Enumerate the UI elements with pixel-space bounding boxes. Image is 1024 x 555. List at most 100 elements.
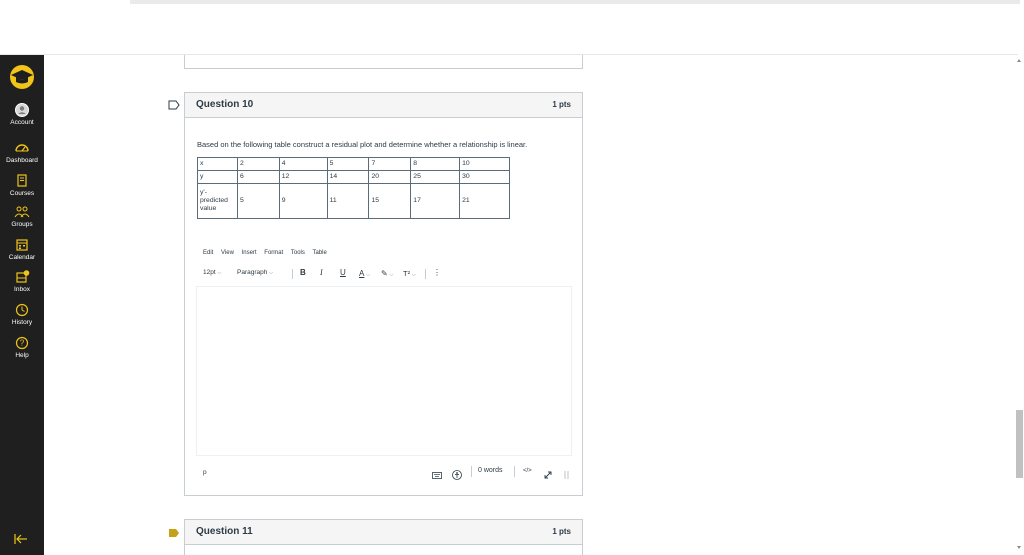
underline-button[interactable]: U bbox=[340, 268, 346, 277]
table-cell: 17 bbox=[410, 183, 461, 219]
menu-insert[interactable]: Insert bbox=[242, 250, 257, 256]
table-cell: 14 bbox=[326, 170, 370, 184]
question-title: Question 11 bbox=[196, 526, 253, 537]
table-cell: 12 bbox=[278, 170, 328, 184]
courses-icon bbox=[14, 174, 30, 188]
table-cell: 15 bbox=[368, 183, 412, 219]
superscript-button[interactable]: T² ⌵ bbox=[403, 269, 416, 278]
inbox-icon bbox=[14, 270, 30, 284]
groups-icon bbox=[14, 205, 30, 219]
nav-dashboard[interactable]: Dashboard bbox=[0, 141, 44, 165]
editor-statusbar: p 0 words </> bbox=[196, 456, 572, 486]
menu-edit[interactable]: Edit bbox=[203, 250, 213, 256]
resize-grip-icon[interactable] bbox=[562, 467, 572, 479]
page-scrollbar[interactable] bbox=[1015, 55, 1024, 555]
svg-text:?: ? bbox=[20, 339, 25, 348]
table-cell: 6 bbox=[236, 170, 280, 184]
table-cell: x bbox=[197, 157, 238, 171]
previous-question-card bbox=[184, 55, 583, 69]
block-format-select[interactable]: Paragraph ⌵ bbox=[237, 269, 273, 276]
question-card-11: Question 11 1 pts bbox=[184, 519, 583, 555]
help-question-icon: ? bbox=[14, 336, 30, 350]
nav-account[interactable]: Account bbox=[0, 103, 44, 127]
more-options-button[interactable]: ⋮ bbox=[433, 268, 441, 277]
statusbar-divider bbox=[471, 466, 472, 477]
browser-top-strip bbox=[0, 0, 1024, 4]
nav-help[interactable]: ? Help bbox=[0, 336, 44, 360]
nav-courses[interactable]: Courses bbox=[0, 174, 44, 198]
rich-text-editor-area[interactable] bbox=[196, 286, 572, 456]
table-cell: 25 bbox=[410, 170, 461, 184]
nav-calendar-label: Calendar bbox=[8, 254, 36, 261]
table-cell: 8 bbox=[410, 157, 461, 171]
accessibility-icon[interactable] bbox=[452, 467, 462, 480]
chevron-down-icon: ⌵ bbox=[269, 270, 273, 276]
global-navigation: Account Dashboard Courses Groups Calenda bbox=[0, 55, 44, 555]
table-cell: 4 bbox=[278, 157, 328, 171]
table-cell: 20 bbox=[368, 170, 412, 184]
chevron-down-icon: ⌵ bbox=[366, 272, 370, 278]
collapse-nav-icon[interactable] bbox=[12, 532, 30, 546]
flag-question-icon[interactable] bbox=[168, 97, 180, 110]
toolbar-divider bbox=[425, 269, 426, 279]
menu-tools[interactable]: Tools bbox=[291, 250, 305, 256]
scroll-down-icon[interactable] bbox=[1017, 546, 1021, 549]
table-cell: 5 bbox=[236, 183, 280, 219]
app-root: Account Dashboard Courses Groups Calenda bbox=[0, 0, 1024, 555]
keyboard-icon[interactable] bbox=[432, 467, 442, 479]
fullscreen-icon[interactable] bbox=[543, 467, 553, 479]
dashboard-icon bbox=[14, 141, 30, 155]
chevron-down-icon: ⌵ bbox=[217, 270, 222, 276]
toolbar-divider bbox=[292, 269, 293, 279]
nav-inbox-label: Inbox bbox=[14, 286, 30, 293]
statusbar-divider bbox=[514, 466, 515, 477]
html-editor-toggle[interactable]: </> bbox=[523, 468, 532, 474]
nav-history-label: History bbox=[11, 319, 33, 326]
nav-courses-label: Courses bbox=[9, 190, 35, 197]
question-header: Question 11 1 pts bbox=[185, 520, 582, 545]
table-cell: 30 bbox=[459, 170, 510, 184]
table-cell: 21 bbox=[459, 183, 510, 219]
menu-view[interactable]: View bbox=[221, 250, 234, 256]
nav-help-label: Help bbox=[15, 352, 29, 359]
nav-groups[interactable]: Groups bbox=[0, 205, 44, 229]
italic-button[interactable]: I bbox=[320, 268, 323, 277]
menu-table[interactable]: Table bbox=[312, 250, 326, 256]
chevron-down-icon: ⌵ bbox=[389, 272, 394, 278]
text-color-button[interactable]: A ⌵ bbox=[359, 269, 370, 278]
table-row: y'- predicted value 5 9 11 15 17 21 bbox=[197, 183, 510, 219]
table-cell: 11 bbox=[326, 183, 370, 219]
nav-inbox[interactable]: Inbox bbox=[0, 270, 44, 294]
highlight-button[interactable]: ✎ ⌵ bbox=[381, 269, 393, 278]
highlight-pen-icon: ✎ bbox=[381, 269, 388, 278]
table-cell: y bbox=[197, 170, 238, 184]
bold-button[interactable]: B bbox=[300, 268, 306, 277]
canvas-logo-icon[interactable] bbox=[6, 63, 38, 91]
table-cell: 7 bbox=[368, 157, 412, 171]
word-count: 0 words bbox=[478, 467, 503, 474]
history-clock-icon bbox=[14, 303, 30, 317]
flagged-question-icon[interactable] bbox=[168, 525, 180, 537]
question-text: Based on the following table construct a… bbox=[197, 140, 528, 149]
question-points: 1 pts bbox=[552, 527, 571, 536]
scrollbar-thumb[interactable] bbox=[1016, 410, 1023, 478]
table-cell: 9 bbox=[278, 183, 328, 219]
table-cell-label: y'- predicted value bbox=[197, 183, 238, 219]
editor-menubar: Edit View Insert Format Tools Table bbox=[203, 250, 333, 256]
element-path[interactable]: p bbox=[203, 469, 207, 476]
nav-dashboard-label: Dashboard bbox=[6, 157, 38, 164]
nav-calendar[interactable]: Calendar bbox=[0, 238, 44, 262]
scroll-up-icon[interactable] bbox=[1017, 59, 1021, 62]
calendar-icon bbox=[14, 238, 30, 252]
table-row: y 6 12 14 20 25 30 bbox=[197, 170, 510, 184]
chevron-down-icon: ⌵ bbox=[411, 272, 416, 278]
question-points: 1 pts bbox=[552, 100, 571, 109]
table-cell: 5 bbox=[326, 157, 370, 171]
question-card-10: Question 10 1 pts Based on the following… bbox=[184, 92, 583, 496]
nav-history[interactable]: History bbox=[0, 303, 44, 327]
menu-format[interactable]: Format bbox=[264, 250, 283, 256]
table-cell: 10 bbox=[459, 157, 510, 171]
font-size-select[interactable]: 12pt ⌵ bbox=[203, 269, 221, 276]
question-header: Question 10 1 pts bbox=[185, 93, 582, 118]
nav-groups-label: Groups bbox=[11, 221, 33, 228]
